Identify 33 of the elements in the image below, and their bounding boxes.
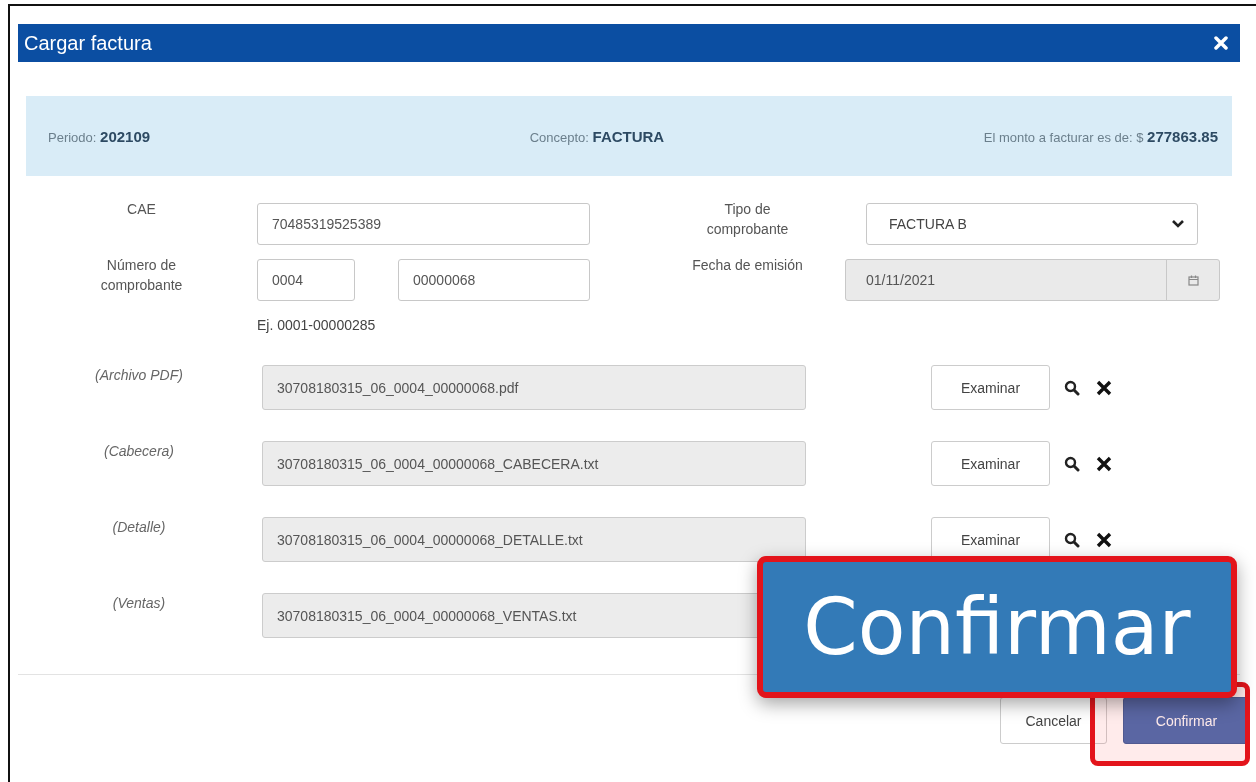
calendar-icon [1187, 274, 1199, 286]
search-icon[interactable] [1064, 456, 1080, 472]
chevron-icon [1171, 219, 1185, 229]
input-field[interactable]: 70485319525389 [257, 203, 590, 245]
field-label: Fecha de emisión [692, 256, 803, 275]
dialog-title: Cargar factura [24, 31, 152, 55]
file-label: (Archivo PDF) [94, 366, 184, 383]
field-label: Número de comprobante [99, 256, 184, 295]
dropdown[interactable]: FACTURA B [866, 203, 1198, 245]
input-field[interactable]: 00000068 [398, 259, 590, 301]
file-label: (Cabecera) [103, 442, 175, 459]
input-field[interactable]: 0004 [257, 259, 355, 301]
info-text: Periodo: 202109 [48, 127, 151, 145]
field-label: CAE [127, 200, 156, 219]
search-icon[interactable] [1064, 532, 1080, 548]
callout-text: Confirmar [803, 582, 1191, 672]
browse-button[interactable]: Examinar [931, 441, 1050, 486]
search-icon[interactable] [1064, 380, 1080, 396]
file-path-field[interactable]: 30708180315_06_0004_00000068.pdf [262, 365, 806, 410]
info-text: El monto a facturar es de: $ 277863.85 [983, 127, 1218, 145]
cancel-button[interactable]: Cancelar [1000, 697, 1107, 744]
file-label: (Ventas) [111, 594, 167, 611]
info-text: Concepto: FACTURA [529, 127, 665, 145]
file-path-field[interactable]: 30708180315_06_0004_00000068_CABECERA.txt [262, 441, 806, 486]
hint-text: Ej. 0001-00000285 [257, 317, 377, 333]
remove-icon[interactable] [1096, 532, 1112, 548]
remove-icon[interactable] [1096, 380, 1112, 396]
close-icon[interactable] [1214, 36, 1228, 50]
file-path-field[interactable]: 30708180315_06_0004_00000068_DETALLE.txt [262, 517, 806, 562]
file-label: (Detalle) [111, 518, 167, 535]
browse-button[interactable]: Examinar [931, 365, 1050, 410]
remove-icon[interactable] [1096, 456, 1112, 472]
field-label: Tipo de comprobante [705, 200, 790, 239]
